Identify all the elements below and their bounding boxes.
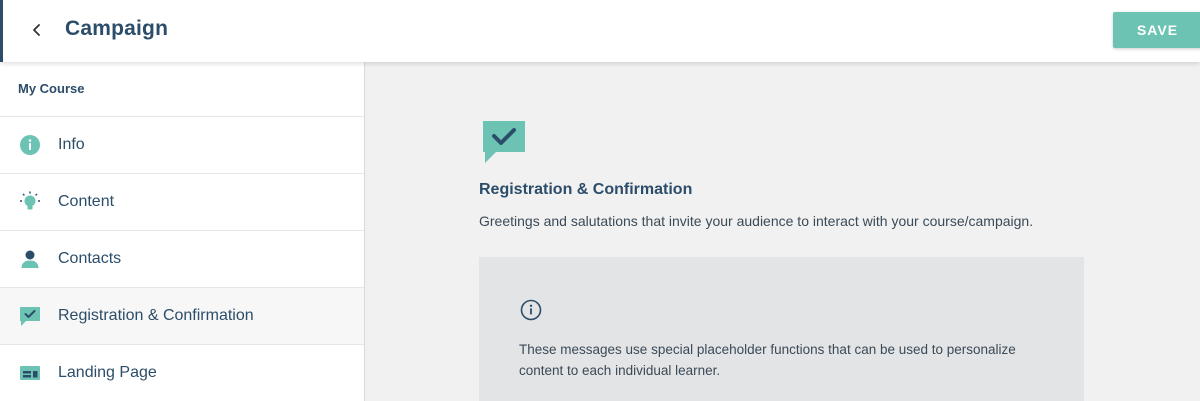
sidebar-item-landing-page[interactable]: Landing Page	[0, 345, 364, 401]
landing-page-icon	[18, 361, 42, 385]
info-icon	[18, 133, 42, 157]
lightbulb-icon	[18, 190, 42, 214]
sidebar-item-label: Info	[58, 136, 85, 153]
chat-check-icon	[482, 120, 526, 164]
sidebar-item-registration-confirmation[interactable]: Registration & Confirmation	[0, 288, 364, 345]
app-window: Campaign SAVE My Course Info Content Con…	[0, 0, 1200, 401]
save-button[interactable]: SAVE	[1113, 12, 1200, 48]
section-title: Registration & Confirmation	[479, 181, 693, 198]
info-text: These messages use special placeholder f…	[519, 342, 1016, 378]
sidebar-item-label: Contacts	[58, 250, 122, 267]
sidebar-item-contacts[interactable]: Contacts	[0, 231, 364, 288]
section-description: Greetings and salutations that invite yo…	[479, 213, 1034, 229]
sidebar-item-content[interactable]: Content	[0, 174, 364, 231]
back-button[interactable]	[25, 18, 49, 42]
chevron-left-icon	[33, 24, 40, 36]
person-icon	[18, 247, 42, 271]
sidebar: My Course Info Content Contacts Registra…	[0, 62, 365, 401]
sidebar-item-label: Registration & Confirmation	[58, 307, 254, 324]
sidebar-heading: My Course	[0, 62, 364, 117]
top-header: Campaign SAVE	[0, 0, 1200, 62]
sidebar-item-info[interactable]: Info	[0, 117, 364, 174]
chat-check-icon	[18, 304, 42, 328]
info-outline-icon	[520, 299, 542, 321]
main-content: Registration & Confirmation Greetings an…	[366, 62, 1200, 401]
sidebar-item-label: Landing Page	[58, 364, 157, 381]
sidebar-item-label: Content	[58, 193, 115, 210]
info-box: These messages use special placeholder f…	[479, 257, 1084, 401]
page-title: Campaign	[65, 17, 169, 40]
